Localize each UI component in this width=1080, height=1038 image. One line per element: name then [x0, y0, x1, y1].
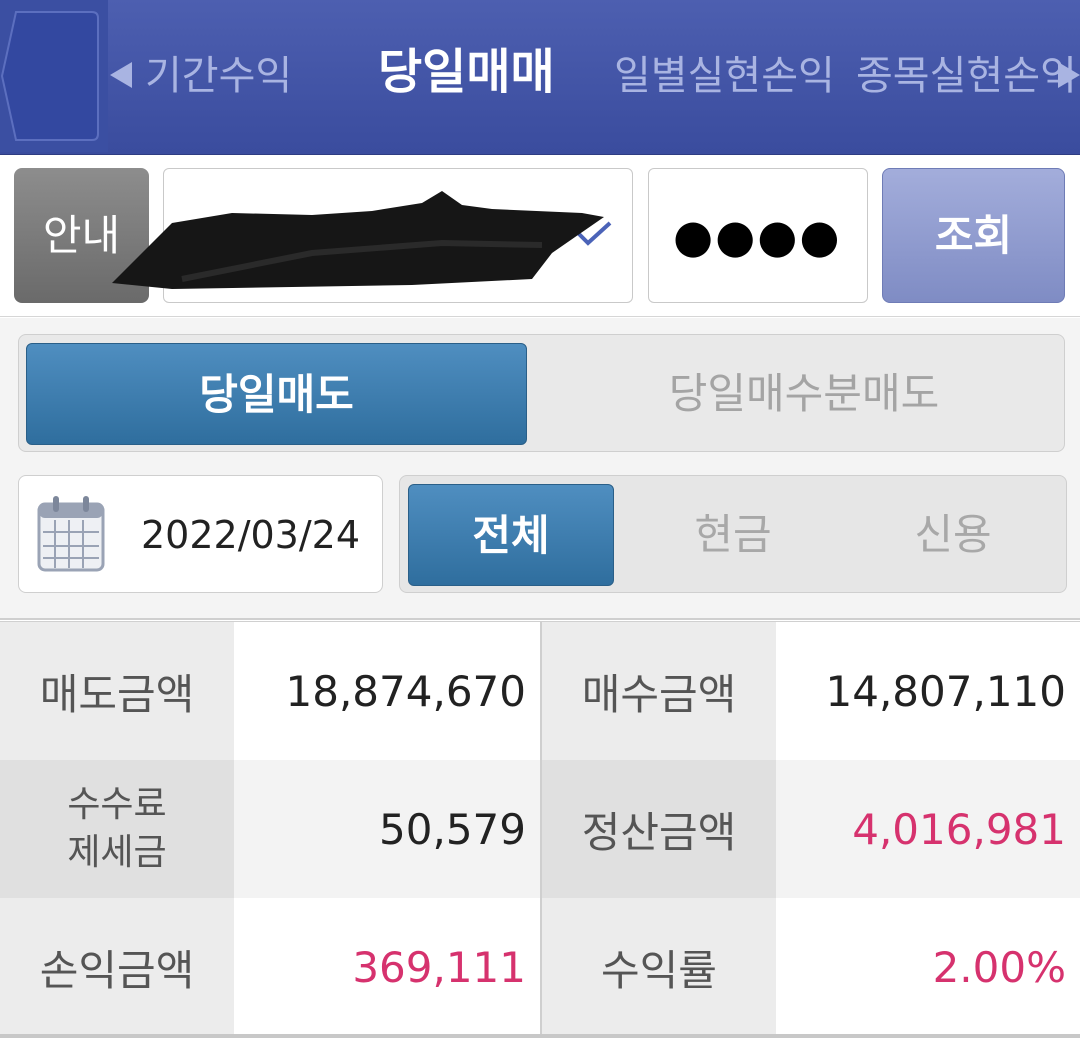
column-divider: [540, 622, 542, 1038]
redaction-mark: [112, 191, 604, 289]
profit-value: 369,111: [234, 898, 540, 1036]
buy-amount-label: 매수금액: [542, 622, 776, 760]
tab-daily-realized-pnl[interactable]: 일별실현손익: [614, 46, 835, 106]
fee-label-line2: 제세금: [67, 832, 167, 873]
tab-period-profit[interactable]: 기간수익: [145, 46, 292, 106]
segment-same-day-buy-sell[interactable]: 당일매수분매도: [549, 343, 1059, 445]
date-value: 2022/03/24: [141, 513, 361, 557]
settlement-value: 4,016,981: [776, 760, 1080, 898]
segment-all[interactable]: 전체: [408, 484, 614, 586]
password-input[interactable]: ●●●●: [648, 168, 868, 303]
app-header: 기간수익 당일매매 일별실현손익 종목실현손익: [0, 0, 1080, 155]
tab-scroll-right-icon[interactable]: [1058, 62, 1080, 88]
tab-daytrade[interactable]: 당일매매: [378, 42, 555, 102]
fee-label-line1: 수수료: [67, 784, 167, 825]
return-rate-value: 2.00%: [776, 898, 1080, 1036]
account-input-row: 안내 ●●●● 조회: [0, 155, 1080, 317]
return-rate-label: 수익률: [542, 898, 776, 1036]
summary-table: 매도금액 18,874,670 매수금액 14,807,110 수수료 제세금 …: [0, 621, 1080, 1038]
query-button[interactable]: 조회: [882, 168, 1065, 303]
sell-amount-value: 18,874,670: [234, 622, 540, 760]
sell-amount-label: 매도금액: [0, 622, 234, 760]
filter-area: 당일매도 당일매수분매도 2022/03/24 전체 현금 신용: [0, 318, 1080, 620]
back-button[interactable]: [0, 0, 108, 152]
bottom-divider: [0, 1034, 1080, 1038]
buy-amount-value: 14,807,110: [776, 622, 1080, 760]
back-arrow-icon: [0, 11, 99, 141]
account-select[interactable]: [112, 168, 633, 303]
date-picker[interactable]: 2022/03/24: [18, 475, 383, 593]
fee-tax-label: 수수료 제세금: [0, 760, 234, 898]
fee-tax-value: 50,579: [234, 760, 540, 898]
segment-cash[interactable]: 현금: [628, 484, 838, 586]
segment-credit[interactable]: 신용: [848, 484, 1058, 586]
settlement-label: 정산금액: [542, 760, 776, 898]
calendar-icon: [37, 496, 105, 572]
trade-mode-segment: 당일매도 당일매수분매도: [18, 334, 1065, 452]
tab-scroll-left-icon[interactable]: [110, 62, 132, 88]
profit-label: 손익금액: [0, 898, 234, 1036]
tab-stock-realized-pnl[interactable]: 종목실현손익: [856, 46, 1077, 106]
segment-same-day-sell[interactable]: 당일매도: [26, 343, 527, 445]
account-type-segment: 전체 현금 신용: [399, 475, 1067, 593]
